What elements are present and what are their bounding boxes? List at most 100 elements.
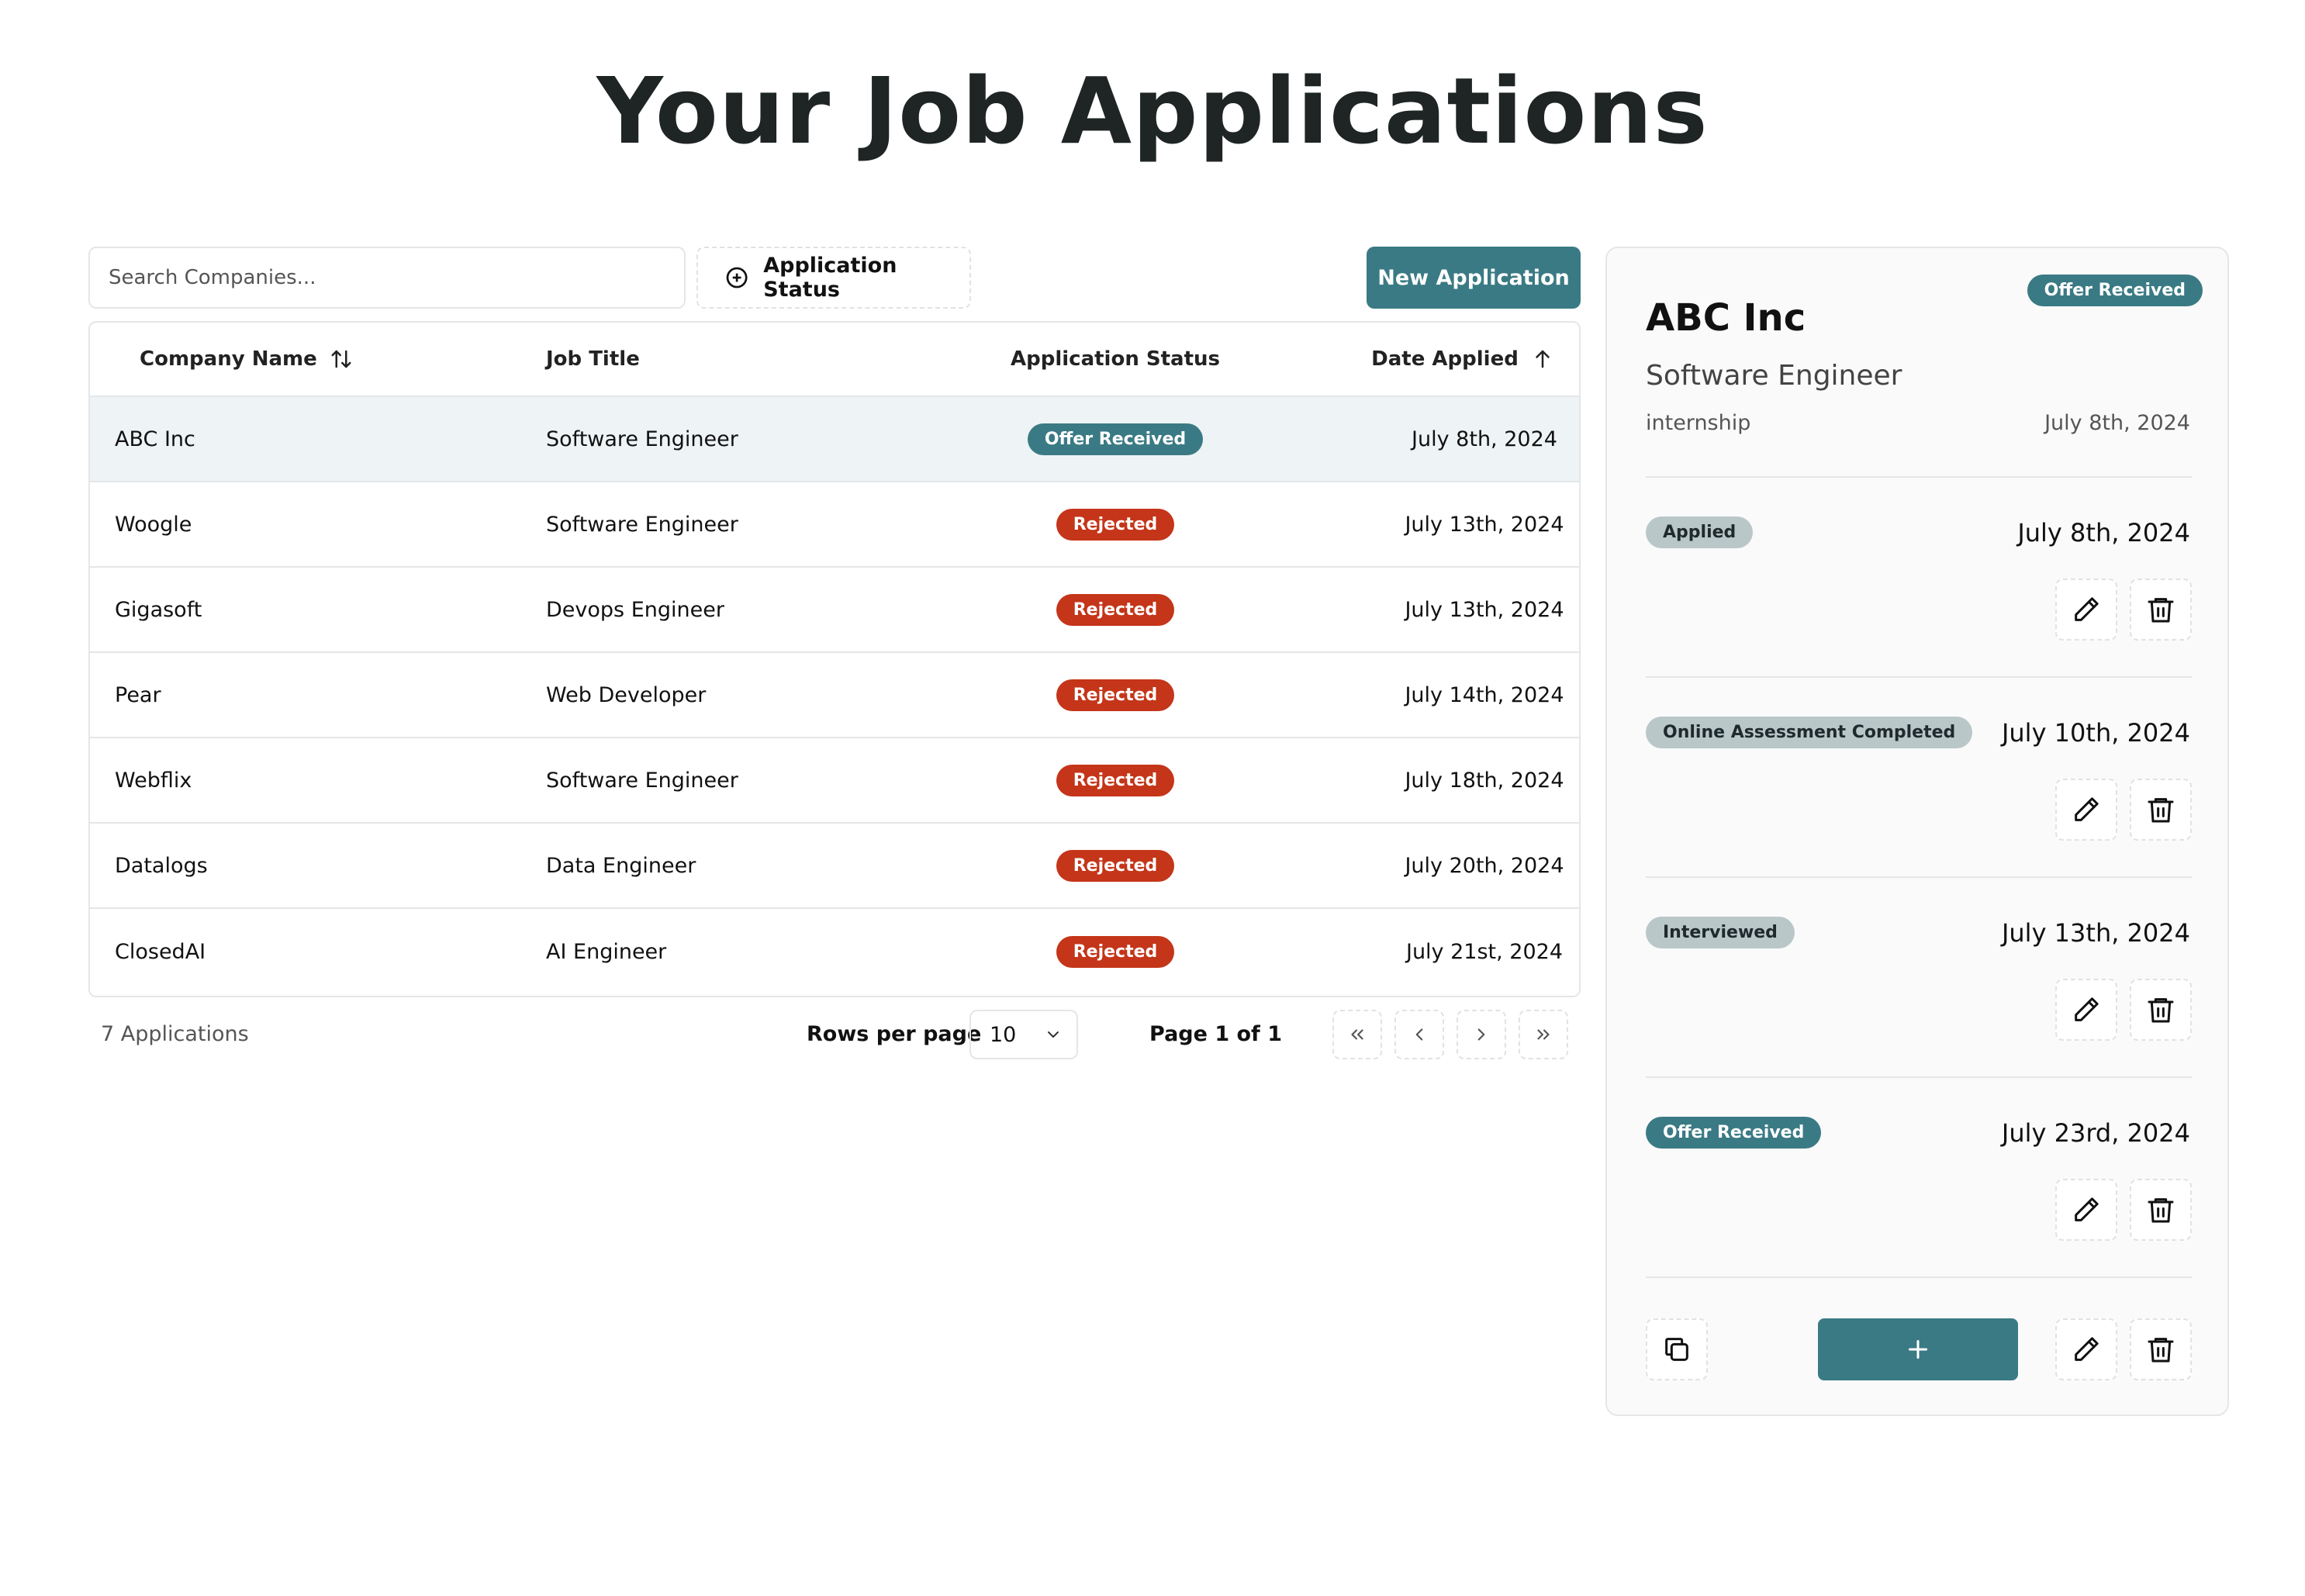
rows-per-page-select[interactable]: 10 bbox=[969, 1010, 1078, 1059]
add-event-button[interactable] bbox=[1818, 1318, 2018, 1380]
job-title-cell: Data Engineer bbox=[546, 853, 696, 878]
job-title-cell: Software Engineer bbox=[546, 768, 738, 793]
job-title-cell: AI Engineer bbox=[546, 939, 667, 964]
status-cell: Rejected bbox=[945, 508, 1286, 541]
copy-application-button[interactable] bbox=[1646, 1318, 1708, 1380]
column-header-date-applied[interactable]: Date Applied bbox=[1300, 347, 1579, 371]
job-title-cell: Web Developer bbox=[546, 682, 707, 707]
company-cell: Woogle bbox=[115, 512, 192, 537]
status-badge: Rejected bbox=[1056, 593, 1175, 626]
date-cell: July 18th, 2024 bbox=[1405, 768, 1564, 793]
trash-icon bbox=[2148, 1338, 2174, 1363]
table-row[interactable]: ABC Inc Software Engineer Offer Received… bbox=[90, 397, 1579, 482]
divider bbox=[1646, 1076, 2192, 1078]
edit-event-button[interactable] bbox=[2055, 779, 2117, 841]
previous-page-button[interactable] bbox=[1394, 1010, 1444, 1059]
chevrons-left-icon bbox=[1351, 1029, 1363, 1040]
edit-event-button[interactable] bbox=[2055, 579, 2117, 641]
delete-event-button[interactable] bbox=[2130, 579, 2192, 641]
table-row[interactable]: ClosedAI AI Engineer Rejected July 21st,… bbox=[90, 909, 1579, 994]
status-cell: Rejected bbox=[945, 849, 1286, 882]
event-date: July 8th, 2024 bbox=[2017, 518, 2190, 548]
divider bbox=[1646, 476, 2192, 478]
delete-event-button[interactable] bbox=[2130, 779, 2192, 841]
pencil-icon bbox=[2075, 997, 2099, 1021]
edit-event-button[interactable] bbox=[2055, 979, 2117, 1041]
pencil-icon bbox=[2075, 1197, 2099, 1221]
page-title: Your Job Applications bbox=[596, 57, 1709, 164]
detail-company-name: ABC Inc bbox=[1646, 296, 1806, 340]
column-header-label: Job Title bbox=[546, 347, 640, 371]
job-title-cell: Software Engineer bbox=[546, 512, 738, 537]
column-header-label: Application Status bbox=[1010, 347, 1220, 371]
job-title-cell: Software Engineer bbox=[546, 427, 738, 451]
table-header: Company Name Job Title Application Statu… bbox=[90, 323, 1579, 397]
edit-event-button[interactable] bbox=[2055, 1179, 2117, 1241]
status-badge: Offer Received bbox=[1027, 423, 1204, 455]
column-header-status[interactable]: Application Status bbox=[945, 347, 1286, 371]
table-row[interactable]: Gigasoft Devops Engineer Rejected July 1… bbox=[90, 568, 1579, 653]
column-header-job-title[interactable]: Job Title bbox=[546, 347, 640, 371]
trash-icon bbox=[2148, 998, 2174, 1023]
detail-job-title: Software Engineer bbox=[1646, 360, 1902, 392]
arrow-up-icon bbox=[1536, 350, 1550, 368]
application-count: 7 Applications bbox=[101, 1022, 249, 1046]
status-cell: Offer Received bbox=[945, 423, 1286, 455]
pencil-icon bbox=[2075, 797, 2099, 821]
next-page-button[interactable] bbox=[1457, 1010, 1506, 1059]
event-date: July 23rd, 2024 bbox=[2001, 1118, 2190, 1148]
status-badge: Rejected bbox=[1056, 679, 1175, 711]
status-cell: Rejected bbox=[945, 679, 1286, 711]
date-cell: July 8th, 2024 bbox=[1412, 427, 1557, 451]
page-indicator: Page 1 of 1 bbox=[1149, 1022, 1282, 1046]
chevron-right-icon bbox=[1477, 1028, 1485, 1041]
company-cell: Pear bbox=[115, 682, 161, 707]
pencil-icon bbox=[2075, 1337, 2099, 1361]
column-header-label: Date Applied bbox=[1371, 347, 1519, 371]
event-date: July 13th, 2024 bbox=[2001, 918, 2190, 948]
detail-status-badge: Offer Received bbox=[2027, 275, 2203, 306]
status-cell: Rejected bbox=[945, 764, 1286, 796]
rows-per-page-label: Rows per page bbox=[807, 1022, 982, 1046]
applications-table: Company Name Job Title Application Statu… bbox=[88, 321, 1581, 997]
chevron-left-icon bbox=[1415, 1028, 1423, 1041]
date-cell: July 20th, 2024 bbox=[1405, 853, 1564, 878]
job-title-cell: Devops Engineer bbox=[546, 597, 724, 622]
status-cell: Rejected bbox=[945, 935, 1286, 968]
event-status-badge: Applied bbox=[1646, 516, 1754, 548]
status-badge: Rejected bbox=[1056, 849, 1175, 882]
application-status-filter-button[interactable]: Application Status bbox=[696, 247, 971, 309]
plus-circle-icon bbox=[726, 267, 748, 288]
delete-event-button[interactable] bbox=[2130, 1179, 2192, 1241]
delete-application-button[interactable] bbox=[2130, 1318, 2192, 1380]
search-input[interactable] bbox=[88, 247, 686, 309]
chevrons-right-icon bbox=[1537, 1029, 1550, 1040]
last-page-button[interactable] bbox=[1519, 1010, 1568, 1059]
date-cell: July 21st, 2024 bbox=[1405, 939, 1564, 964]
delete-event-button[interactable] bbox=[2130, 979, 2192, 1041]
first-page-button[interactable] bbox=[1332, 1010, 1382, 1059]
company-cell: Gigasoft bbox=[115, 597, 202, 622]
table-row[interactable]: Pear Web Developer Rejected July 14th, 2… bbox=[90, 653, 1579, 738]
company-cell: Datalogs bbox=[115, 853, 208, 878]
column-header-company[interactable]: Company Name bbox=[140, 347, 353, 371]
detail-job-type: internship bbox=[1646, 411, 1751, 435]
table-row[interactable]: Datalogs Data Engineer Rejected July 20t… bbox=[90, 824, 1579, 909]
event-date: July 10th, 2024 bbox=[2001, 718, 2190, 748]
status-cell: Rejected bbox=[945, 593, 1286, 626]
trash-icon bbox=[2148, 598, 2174, 623]
status-badge: Rejected bbox=[1056, 508, 1175, 541]
date-cell: July 14th, 2024 bbox=[1405, 682, 1564, 707]
event-status-badge: Offer Received bbox=[1646, 1117, 1822, 1149]
detail-date-applied: July 8th, 2024 bbox=[2044, 411, 2190, 435]
copy-icon bbox=[1665, 1338, 1688, 1361]
status-badge: Rejected bbox=[1056, 935, 1175, 968]
edit-application-button[interactable] bbox=[2055, 1318, 2117, 1380]
table-row[interactable]: Woogle Software Engineer Rejected July 1… bbox=[90, 482, 1579, 568]
pencil-icon bbox=[2075, 597, 2099, 621]
new-application-button[interactable]: New Application bbox=[1367, 247, 1581, 309]
table-row[interactable]: Webflix Software Engineer Rejected July … bbox=[90, 738, 1579, 824]
plus-icon bbox=[1909, 1340, 1927, 1359]
divider bbox=[1646, 676, 2192, 678]
divider bbox=[1646, 1276, 2192, 1278]
